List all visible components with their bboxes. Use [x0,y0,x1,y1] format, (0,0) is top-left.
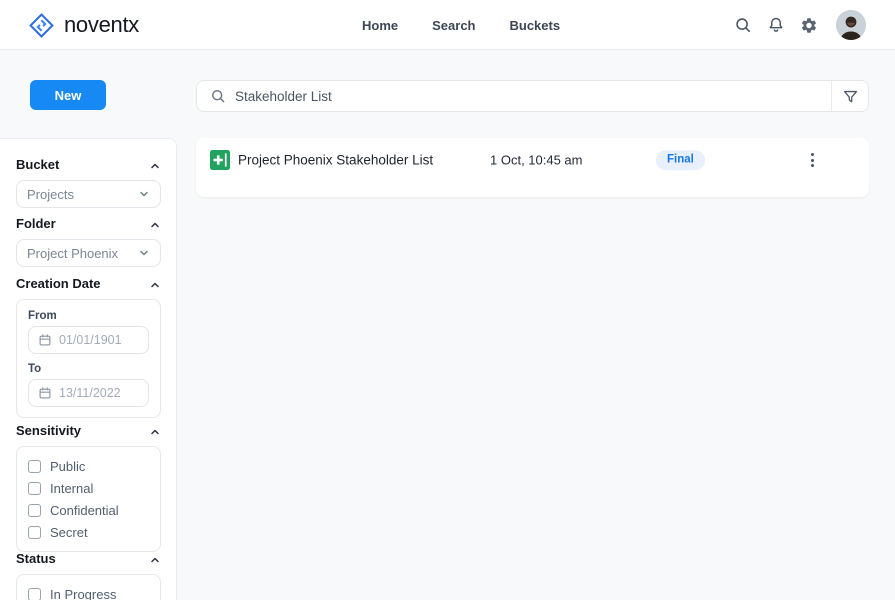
checkbox-label: Secret [50,524,88,540]
filter-section-status: Status In Progress [16,551,161,600]
checkbox-row-confidential[interactable]: Confidential [28,499,149,521]
checkbox-label: Public [50,458,86,474]
section-title: Status [16,551,56,566]
checkbox-label: In Progress [50,586,117,600]
section-header-sensitivity[interactable]: Sensitivity [16,423,161,438]
date-to-field[interactable] [28,379,149,407]
checkbox[interactable] [28,459,41,473]
brand-logo[interactable]: noventx [28,0,139,50]
checkbox[interactable] [28,503,41,517]
result-timestamp: 1 Oct, 10:45 am [490,152,583,168]
nav-item-search[interactable]: Search [432,18,475,33]
checkbox-row-in-progress[interactable]: In Progress [28,583,149,600]
date-from-field[interactable] [28,326,149,354]
checkbox-row-internal[interactable]: Internal [28,477,149,499]
result-row[interactable]: Project Phoenix Stakeholder List 1 Oct, … [196,144,869,176]
page-content: New P [0,50,895,600]
status-badge: Final [656,150,705,170]
spreadsheet-icon [210,150,230,170]
section-title: Bucket [16,157,60,172]
search-input[interactable] [226,81,831,111]
checkbox[interactable] [28,587,41,600]
checkbox-row-public[interactable]: Public [28,455,149,477]
filter-section-folder: Folder Project Phoenix [16,216,161,267]
funnel-icon [842,88,859,105]
chevron-down-icon [138,247,150,259]
bucket-select[interactable]: Projects [16,180,161,208]
diamond-maze-icon [28,12,55,39]
brand-name: noventx [64,12,139,37]
topbar-actions [734,0,866,50]
kebab-menu-icon[interactable] [802,149,822,171]
filter-section-creation-date: Creation Date From To [16,276,161,418]
result-title: Project Phoenix Stakeholder List [238,152,434,168]
search-results-card: Project Phoenix Stakeholder List 1 Oct, … [196,138,869,197]
checkbox-label: Internal [50,480,94,496]
nav-item-home[interactable]: Home [362,18,398,33]
date-from-input[interactable] [59,333,145,347]
search-icon[interactable] [734,16,752,34]
new-button[interactable]: New [30,80,106,110]
section-header-folder[interactable]: Folder [16,216,161,231]
from-label: From [28,310,57,322]
filter-section-bucket: Bucket Projects [16,157,161,208]
bucket-selected-value: Projects [27,186,74,202]
to-label: To [28,363,42,375]
checkbox[interactable] [28,481,41,495]
chevron-up-icon[interactable] [149,278,161,290]
checkbox[interactable] [28,525,41,539]
chevron-up-icon[interactable] [149,159,161,171]
filter-sidebar: Bucket Projects Folder Project Phoenix C… [0,138,177,600]
calendar-icon [38,333,52,347]
section-header-creation-date[interactable]: Creation Date [16,276,161,291]
checkbox-label: Confidential [50,502,119,518]
nav-item-buckets[interactable]: Buckets [510,18,561,33]
main-nav: Home Search Buckets [362,0,560,50]
folder-select[interactable]: Project Phoenix [16,239,161,267]
gear-icon[interactable] [800,16,818,34]
folder-selected-value: Project Phoenix [27,245,119,261]
date-to-input[interactable] [59,386,145,400]
section-header-status[interactable]: Status [16,551,161,566]
status-options-card: In Progress [16,574,161,600]
filter-button[interactable] [831,81,868,111]
section-title: Creation Date [16,276,101,291]
chevron-up-icon[interactable] [149,553,161,565]
chevron-up-icon[interactable] [149,218,161,230]
section-title: Folder [16,216,56,231]
filter-section-sensitivity: Sensitivity Public Internal Confidential [16,423,161,552]
search-icon [210,88,226,104]
bell-icon[interactable] [767,16,785,34]
calendar-icon [38,386,52,400]
section-header-bucket[interactable]: Bucket [16,157,161,172]
search-bar [196,80,869,112]
sensitivity-options-card: Public Internal Confidential Secret [16,446,161,552]
top-navbar: noventx Home Search Buckets [0,0,895,50]
checkbox-row-secret[interactable]: Secret [28,521,149,543]
section-title: Sensitivity [16,423,82,438]
user-avatar[interactable] [836,10,866,40]
chevron-up-icon[interactable] [149,425,161,437]
date-range-card: From To [16,299,161,418]
chevron-down-icon [138,188,150,200]
